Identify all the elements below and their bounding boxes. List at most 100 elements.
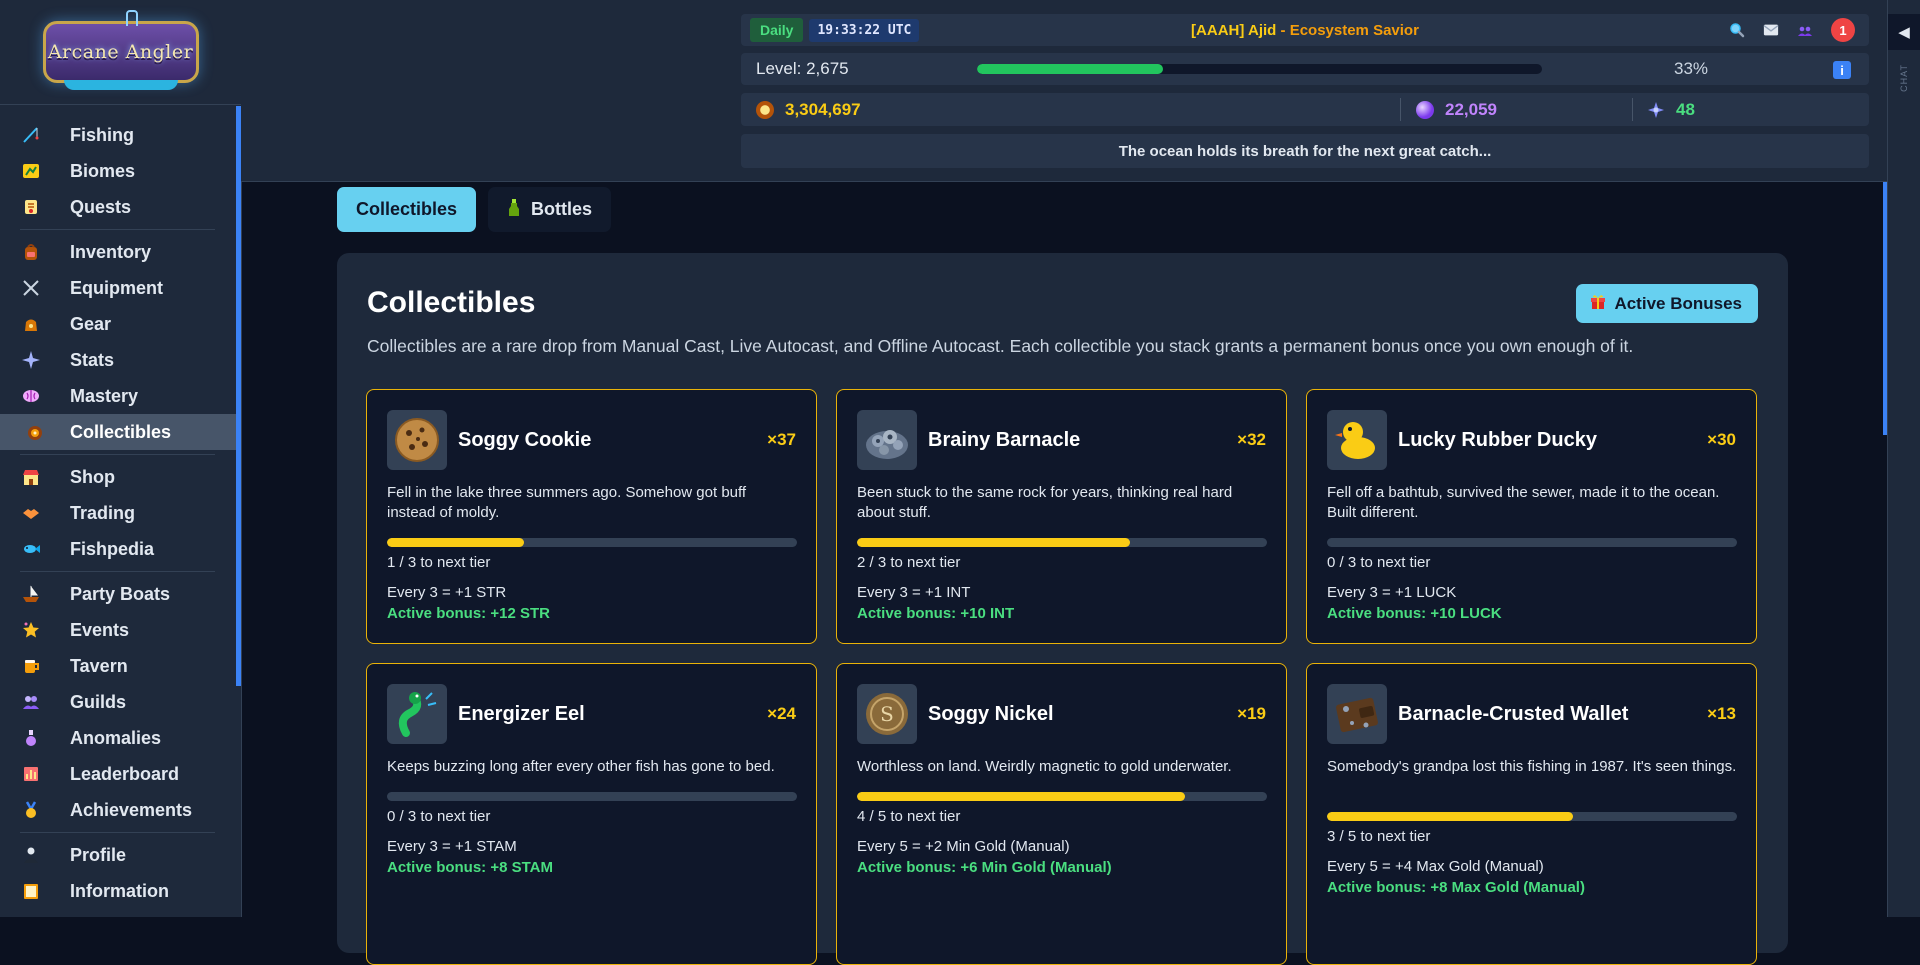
coin-icon: S (857, 684, 917, 744)
mail-icon[interactable] (1763, 22, 1779, 38)
sidebar-item-label: Trading (70, 502, 136, 523)
sidebar-item-equipment[interactable]: Equipment (0, 270, 241, 306)
tier-progress-text: 1 / 3 to next tier (387, 554, 491, 571)
sidebar-item-guilds[interactable]: Guilds (0, 684, 241, 720)
top-header: Daily 19:33:22 UTC [AAAH] Ajid - Ecosyst… (241, 0, 1920, 182)
collectible-name: Soggy Cookie (458, 429, 592, 451)
friends-icon[interactable] (1797, 22, 1813, 38)
collectible-description: Keeps buzzing long after every other fis… (387, 758, 775, 775)
sidebar-item-tavern[interactable]: Tavern (0, 648, 241, 684)
gold-coin-icon (756, 100, 774, 119)
gem-spark-icon (1647, 101, 1665, 119)
collectible-card[interactable]: Lucky Rubber Ducky ×30 Fell off a bathtub,… (1306, 389, 1757, 644)
tier-progress-fill (857, 538, 1131, 547)
person-icon (20, 844, 42, 866)
sidebar-item-achievements[interactable]: Achievements (0, 792, 241, 828)
fish-book-icon (20, 538, 42, 560)
player-name: Ajid (1248, 21, 1277, 39)
notification-badge[interactable]: 1 (1831, 18, 1855, 42)
chat-toggle-button[interactable]: ◀ (1888, 14, 1920, 50)
sidebar-item-label: Party Boats (70, 583, 171, 604)
logo-area[interactable]: Arcane Angler (0, 0, 241, 105)
player-title: Ecosystem Savior (1289, 21, 1419, 39)
info-icon[interactable]: i (1833, 61, 1851, 79)
sidebar-item-label: Fishing (70, 124, 134, 145)
currency-row: 3,304,697 22,059 48 (741, 93, 1869, 126)
sidebar-item-events[interactable]: Events (0, 612, 241, 648)
sidebar-item-leaderboard[interactable]: Leaderboard (0, 756, 241, 792)
potion-icon (20, 727, 42, 749)
collectible-description: Worthless on land. Weirdly magnetic to g… (857, 758, 1232, 775)
tab-collectibles[interactable]: Collectibles (337, 187, 477, 232)
sidebar-item-inventory[interactable]: Inventory (0, 234, 241, 270)
fishing-rod-icon (20, 124, 42, 146)
sidebar-item-gear[interactable]: Gear (0, 306, 241, 342)
gem-amount: 48 (1676, 99, 1695, 119)
sidebar-item-quests[interactable]: Quests (0, 189, 241, 225)
sidebar-item-stats[interactable]: Stats (0, 342, 241, 378)
collectible-description: Somebody's grandpa lost this fishing in … (1327, 758, 1737, 775)
sidebar-item-label: Biomes (70, 160, 136, 181)
app-logo[interactable]: Arcane Angler (42, 10, 199, 90)
sidebar-item-label: Equipment (70, 277, 163, 298)
bonus-rule: Every 3 = +1 LUCK (1327, 584, 1457, 601)
collectible-card[interactable]: Barnacle-Crusted Wallet ×13 Somebody's gra… (1306, 663, 1757, 965)
sidebar-item-information[interactable]: Information (0, 873, 241, 909)
sidebar-item-collectibles[interactable]: Collectibles (0, 414, 241, 450)
active-bonuses-button[interactable]: Active Bonuses (1576, 284, 1758, 323)
xp-progress-fill (977, 64, 1164, 74)
wave-decoration (63, 80, 178, 90)
sidebar-item-label: Anomalies (70, 727, 162, 748)
active-bonus-value: +8 Max Gold (Manual) (1430, 879, 1585, 896)
bonus-rule: Every 5 = +2 Min Gold (Manual) (857, 838, 1070, 855)
collectible-card[interactable]: S Soggy Nickel ×19 Worthless on land. Weird… (836, 663, 1287, 965)
crossed-swords-icon (20, 277, 42, 299)
collectible-card[interactable]: Soggy Cookie ×37 Fell in the lake three su… (366, 389, 817, 644)
sidebar-item-fishing[interactable]: Fishing (0, 117, 241, 153)
bag-icon (20, 313, 42, 335)
collectible-description: Fell off a bathtub, survived the sewer, … (1327, 484, 1720, 521)
collectible-card[interactable]: Brainy Barnacle ×32 Been stuck to the same… (836, 389, 1287, 644)
sidebar-item-party-boats[interactable]: Party Boats (0, 576, 241, 612)
sidebar-scrollbar[interactable] (236, 106, 241, 686)
gift-icon (1590, 293, 1606, 314)
header-actions: 1 (1729, 18, 1855, 42)
orb-currency: 22,059 (1416, 93, 1497, 126)
xp-progress-bar (977, 64, 1542, 74)
collectible-card[interactable]: Energizer Eel ×24 Keeps buzzing long after… (366, 663, 817, 965)
status-row: Daily 19:33:22 UTC [AAAH] Ajid - Ecosyst… (741, 14, 1869, 46)
tab-bottles[interactable]: Bottles (488, 187, 612, 232)
daily-button[interactable]: Daily (750, 18, 804, 42)
active-bonus-value: +8 STAM (490, 859, 554, 876)
sidebar-item-label: Mastery (70, 385, 139, 406)
bonus-rule: Every 3 = +1 STAM (387, 838, 517, 855)
sidebar-item-anomalies[interactable]: Anomalies (0, 720, 241, 756)
flavor-text: The ocean holds its breath for the next … (1118, 142, 1492, 160)
cookie-icon (387, 410, 447, 470)
active-bonus-label: Active bonus: (387, 605, 487, 622)
bottle-icon (507, 198, 521, 221)
active-bonus: Active bonus: +12 STR (387, 605, 550, 622)
flavor-banner: The ocean holds its breath for the next … (741, 134, 1869, 168)
sidebar-item-biomes[interactable]: Biomes (0, 153, 241, 189)
eel-icon (387, 684, 447, 744)
guild-tag: [AAAH] (1191, 21, 1245, 39)
handshake-icon (20, 502, 42, 524)
bonus-rule: Every 3 = +1 STR (387, 584, 507, 601)
nav-divider (20, 571, 215, 572)
active-bonus-value: +10 LUCK (1430, 605, 1502, 622)
sidebar-item-mastery[interactable]: Mastery (0, 378, 241, 414)
sidebar-item-fishpedia[interactable]: Fishpedia (0, 531, 241, 567)
search-icon[interactable] (1729, 22, 1745, 38)
collectibles-description: Collectibles are a rare drop from Manual… (367, 336, 1634, 356)
server-clock: 19:33:22 UTC (809, 18, 920, 42)
sidebar-item-profile[interactable]: Profile (0, 837, 241, 873)
sidebar-item-shop[interactable]: Shop (0, 459, 241, 495)
sidebar-item-trading[interactable]: Trading (0, 495, 241, 531)
boat-icon (20, 583, 42, 605)
tier-progress-text: 0 / 3 to next tier (387, 808, 491, 825)
collectible-name: Soggy Nickel (928, 703, 1054, 725)
active-bonus: Active bonus: +10 LUCK (1327, 605, 1502, 622)
sidebar-item-label: Events (70, 619, 130, 640)
trophy-board-icon (20, 763, 42, 785)
